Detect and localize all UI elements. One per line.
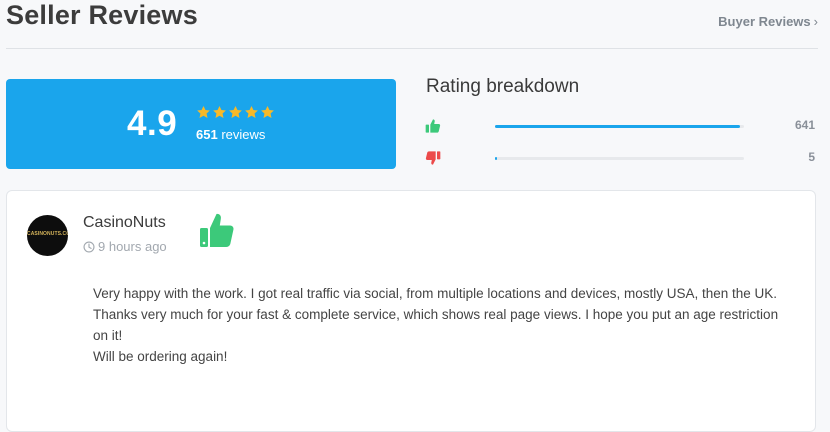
breakdown-row-negative[interactable]: 5 (425, 150, 817, 166)
review-count-number: 651 (196, 127, 218, 142)
review-paragraph: Very happy with the work. I got real tra… (93, 286, 778, 301)
star-rating (196, 105, 275, 120)
reviewer-name[interactable]: CasinoNuts (83, 214, 166, 232)
review-paragraph: Thanks very much for your fast & complet… (93, 307, 779, 343)
review-paragraph: Will be ordering again! (93, 349, 228, 364)
buyer-reviews-link[interactable]: Buyer Reviews › (718, 14, 818, 29)
star-icon (261, 105, 274, 118)
review-timestamp: 9 hours ago (83, 239, 167, 254)
negative-count: 5 (808, 150, 815, 164)
review-body: Very happy with the work. I got real tra… (93, 283, 793, 367)
rating-breakdown-title: Rating breakdown (426, 76, 580, 97)
average-rating: 4.9 (127, 104, 178, 143)
avatar[interactable]: CASINONUTS.COM (27, 215, 68, 256)
avatar-logo-text: CASINONUTS.COM (27, 231, 68, 237)
thumbs-up-icon (425, 119, 441, 133)
thumbs-down-icon (425, 151, 441, 165)
positive-bar-track (495, 125, 744, 128)
chevron-right-icon: › (813, 14, 818, 29)
positive-count: 641 (794, 118, 815, 132)
clock-icon (83, 240, 95, 253)
breakdown-row-positive[interactable]: 641 (425, 118, 817, 134)
thumbs-up-icon (200, 213, 234, 247)
negative-bar-fill (495, 157, 497, 160)
rating-summary-box: 4.9 651 reviews (6, 79, 396, 169)
review-card: CASINONUTS.COM CasinoNuts 9 hours ago Ve… (6, 190, 816, 432)
review-count: 651 reviews (196, 127, 265, 142)
review-count-label: reviews (221, 127, 266, 142)
page-header: Seller Reviews Buyer Reviews › (6, 0, 818, 49)
star-icon (229, 105, 242, 118)
review-time: 9 hours ago (98, 239, 167, 254)
positive-bar-fill (495, 125, 741, 128)
star-icon (197, 105, 210, 118)
negative-bar-track (495, 157, 744, 160)
buyer-reviews-label: Buyer Reviews (718, 14, 811, 29)
page-title: Seller Reviews (6, 0, 198, 30)
star-icon (245, 105, 258, 118)
star-icon (213, 105, 226, 118)
